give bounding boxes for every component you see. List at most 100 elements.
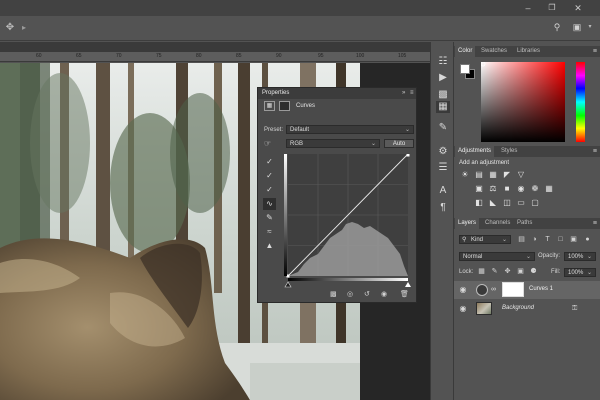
filter-smart-object-icon[interactable]: ▣ bbox=[568, 235, 579, 245]
hue-saturation-icon[interactable]: ▣ bbox=[474, 184, 484, 194]
fill-field[interactable]: 100% ⌄ bbox=[564, 268, 596, 277]
layer-row-curves[interactable]: ◉ ∞ Curves 1 bbox=[454, 281, 600, 299]
restore-icon[interactable]: ❐ bbox=[546, 2, 558, 14]
lock-position-icon[interactable]: ✥ bbox=[502, 267, 513, 277]
tab-swatches[interactable]: Swatches bbox=[478, 46, 510, 57]
reset-icon[interactable]: ↺ bbox=[364, 290, 370, 300]
tab-channels[interactable]: Channels bbox=[482, 218, 513, 229]
character-icon[interactable]: A bbox=[436, 185, 450, 197]
workspace-icon[interactable]: ▣ bbox=[571, 21, 583, 34]
play-icon[interactable]: ▶ bbox=[436, 72, 450, 84]
sample-highlights-icon[interactable]: ✓ bbox=[263, 184, 276, 196]
photo-filter-icon[interactable]: ◉ bbox=[516, 184, 526, 194]
blend-mode-select[interactable]: Normal ⌄ bbox=[459, 252, 535, 261]
curves-icon[interactable]: ▦ bbox=[488, 170, 498, 180]
tab-color[interactable]: Color bbox=[455, 46, 476, 57]
curves-graph[interactable] bbox=[284, 154, 412, 288]
panel-menu-icon[interactable]: ≡ bbox=[410, 88, 414, 99]
smooth-icon[interactable]: ≈ bbox=[263, 226, 276, 238]
levels-icon[interactable]: ▤ bbox=[474, 170, 484, 180]
layer-mask-thumbnail[interactable] bbox=[502, 282, 524, 297]
view-previous-state-icon[interactable]: ◎ bbox=[347, 290, 353, 300]
ruler-tick-label: 70 bbox=[116, 53, 122, 59]
properties-type-row: ▦ Curves bbox=[258, 99, 416, 113]
pencil-icon[interactable]: ✎ bbox=[263, 212, 276, 224]
tab-libraries[interactable]: Libraries bbox=[514, 46, 543, 57]
ruler-tick-label: 90 bbox=[276, 53, 282, 59]
tab-layers[interactable]: Layers bbox=[455, 218, 480, 229]
search-icon[interactable]: ⚲ bbox=[551, 21, 563, 34]
target-adjust-icon[interactable]: ☞ bbox=[264, 139, 271, 149]
adjustments-icon[interactable]: ☰ bbox=[436, 162, 450, 174]
lock-all-icon[interactable]: ⚈ bbox=[528, 267, 539, 277]
sample-shadows-icon[interactable]: ✓ bbox=[263, 156, 276, 168]
minimize-icon[interactable]: – bbox=[522, 2, 534, 14]
brightness-contrast-icon[interactable]: ☀ bbox=[460, 170, 470, 180]
layer-comps-icon[interactable]: ▩ bbox=[436, 89, 450, 101]
brush-settings-icon[interactable]: ⚙ bbox=[436, 146, 450, 158]
chevron-down-icon: ⌄ bbox=[525, 254, 531, 260]
opacity-label: Opacity: bbox=[538, 253, 561, 259]
filter-type-icon[interactable]: T bbox=[542, 235, 553, 245]
tab-adjustments[interactable]: Adjustments bbox=[455, 146, 495, 157]
curve-edit-icon[interactable]: ∿ bbox=[263, 198, 276, 210]
lock-transparency-icon[interactable]: ▦ bbox=[476, 267, 487, 277]
mask-icon[interactable] bbox=[279, 101, 290, 111]
paragraph-icon[interactable]: ¶ bbox=[436, 202, 450, 214]
audio-icon[interactable]: ▸ bbox=[18, 22, 30, 34]
channel-mixer-icon[interactable]: ❁ bbox=[530, 184, 540, 194]
posterize-icon[interactable]: ◣ bbox=[488, 198, 498, 208]
adjustment-icon[interactable]: ▦ bbox=[264, 101, 275, 111]
auto-button[interactable]: Auto bbox=[384, 139, 414, 148]
color-lookup-icon[interactable]: ▦ bbox=[544, 184, 554, 194]
gradient-map-icon[interactable]: ▭ bbox=[516, 198, 526, 208]
vibrance-icon[interactable]: ▽ bbox=[516, 170, 526, 180]
layer-row-background[interactable]: ◉ Background ⚿ bbox=[454, 300, 600, 318]
trash-icon[interactable]: 🗑 bbox=[400, 290, 409, 300]
panel-menu-icon[interactable]: ≡ bbox=[593, 146, 597, 157]
fill-value: 100% bbox=[568, 270, 584, 276]
history-icon[interactable]: ☷ bbox=[436, 56, 450, 68]
lock-artboard-icon[interactable]: ▣ bbox=[515, 267, 526, 277]
ruler-tick-label: 100 bbox=[356, 53, 365, 59]
channel-select[interactable]: RGB ⌄ bbox=[286, 139, 380, 148]
clip-to-layer-icon[interactable]: ▩ bbox=[330, 290, 337, 300]
visibility-eye-icon[interactable]: ◉ bbox=[458, 285, 468, 295]
panel-menu-icon[interactable]: ≡ bbox=[593, 218, 597, 229]
sample-midtones-icon[interactable]: ✓ bbox=[263, 170, 276, 182]
visibility-icon[interactable]: ◉ bbox=[381, 290, 387, 300]
black-white-icon[interactable]: ■ bbox=[502, 184, 512, 194]
layer-filter-select[interactable]: ⚲ Kind ⌄ bbox=[459, 235, 511, 244]
visibility-eye-icon[interactable]: ◉ bbox=[458, 304, 468, 314]
filter-pixel-icon[interactable]: ▤ bbox=[516, 235, 527, 245]
color-picker-field[interactable] bbox=[481, 62, 565, 142]
close-icon[interactable]: ✕ bbox=[572, 2, 584, 14]
color-balance-icon[interactable]: ⚖ bbox=[488, 184, 498, 194]
lock-pixels-icon[interactable]: ✎ bbox=[489, 267, 500, 277]
selective-color-icon[interactable]: ▢ bbox=[530, 198, 540, 208]
properties-icon[interactable]: ▦ bbox=[436, 101, 450, 113]
tab-styles[interactable]: Styles bbox=[498, 146, 520, 157]
properties-header[interactable]: Properties » ≡ bbox=[258, 88, 416, 99]
foreground-color-swatch[interactable] bbox=[460, 64, 470, 74]
collapse-icon[interactable]: » bbox=[402, 88, 405, 99]
threshold-icon[interactable]: ◫ bbox=[502, 198, 512, 208]
brush-icon[interactable]: ✎ bbox=[436, 122, 450, 134]
panel-menu-icon[interactable]: ≡ bbox=[593, 46, 597, 57]
chevron-down-icon[interactable]: ▾ bbox=[585, 21, 595, 34]
add-adjustment-hint: Add an adjustment bbox=[459, 160, 510, 166]
clipping-warning-icon[interactable]: ▲ bbox=[263, 240, 276, 252]
hue-slider[interactable] bbox=[576, 62, 585, 142]
filter-adjustment-icon[interactable]: ◑ bbox=[529, 235, 540, 245]
filter-toggle-icon[interactable]: ● bbox=[582, 235, 593, 245]
invert-icon[interactable]: ◧ bbox=[474, 198, 484, 208]
layer-thumbnail bbox=[476, 302, 492, 315]
preset-select[interactable]: Default ⌄ bbox=[286, 125, 414, 134]
move-tool-icon[interactable]: ✥ bbox=[4, 22, 16, 34]
ruler-tick-label: 105 bbox=[398, 53, 407, 59]
filter-shape-icon[interactable]: □ bbox=[555, 235, 566, 245]
opacity-field[interactable]: 100% ⌄ bbox=[564, 252, 596, 261]
tab-paths[interactable]: Paths bbox=[514, 218, 535, 229]
exposure-icon[interactable]: ◤ bbox=[502, 170, 512, 180]
link-icon[interactable]: ∞ bbox=[491, 284, 496, 296]
